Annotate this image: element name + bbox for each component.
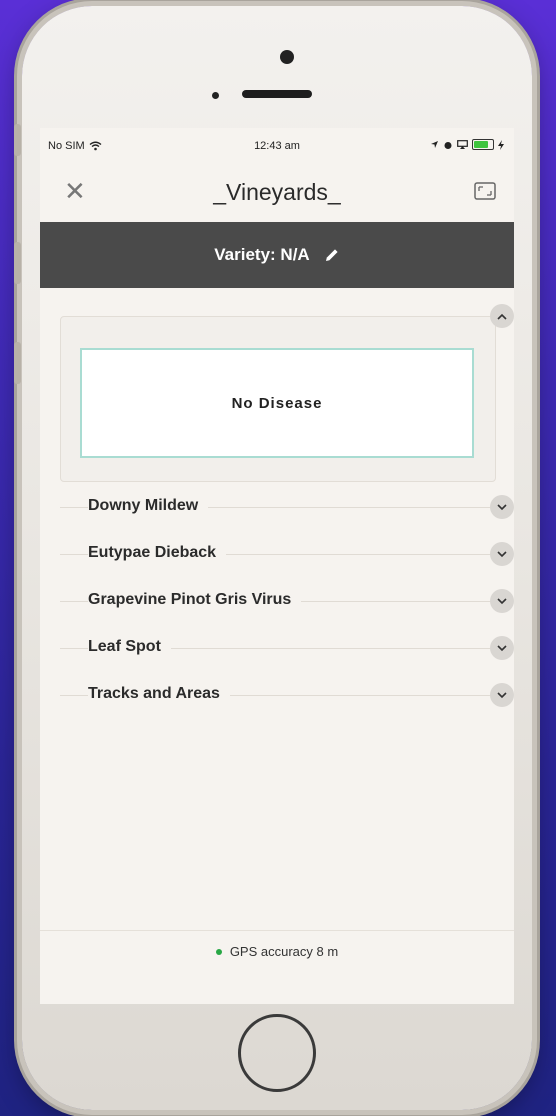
list-item[interactable]: Leaf Spot: [60, 633, 500, 663]
variety-bar[interactable]: Variety: N/A: [40, 222, 514, 288]
earpiece-speaker: [242, 90, 312, 98]
airplay-icon: [457, 140, 468, 149]
status-right: [430, 139, 504, 150]
gps-status-dot: [215, 948, 222, 955]
row-label: Downy Mildew: [88, 497, 209, 515]
expand-icon[interactable]: [474, 182, 496, 200]
volume-up-button: [14, 242, 21, 284]
row-label: Leaf Spot: [88, 638, 171, 656]
front-camera: [280, 50, 294, 64]
charging-icon: [498, 139, 504, 150]
alarm-icon: [444, 141, 452, 149]
battery-level: [474, 141, 488, 148]
page-title: _Vineyards_: [213, 179, 341, 205]
list-item[interactable]: Eutypae Dieback: [60, 539, 500, 569]
phone-device: No SIM 12:43 am ✕ _Vineyards_ Variety: N…: [14, 6, 532, 1110]
app-screen: No SIM 12:43 am ✕ _Vineyards_ Variety: N…: [40, 128, 514, 1004]
expand-toggle[interactable]: [490, 683, 514, 707]
battery-icon: [472, 139, 494, 150]
chevron-down-icon: [497, 644, 507, 651]
row-label: Grapevine Pinot Gris Virus: [88, 591, 302, 609]
chevron-up-icon: [497, 313, 507, 320]
location-arrow-icon: [431, 141, 438, 148]
mute-switch: [14, 124, 21, 156]
list-item[interactable]: Downy Mildew: [60, 492, 500, 522]
status-bar: No SIM 12:43 am: [40, 128, 514, 164]
expand-toggle[interactable]: [490, 636, 514, 660]
chevron-down-icon: [497, 691, 507, 698]
collapse-toggle[interactable]: [490, 304, 514, 328]
gps-accuracy-text: GPS accuracy 8 m: [229, 944, 339, 959]
list-item[interactable]: Tracks and Areas: [60, 680, 500, 710]
expand-toggle[interactable]: [490, 542, 514, 566]
expand-toggle[interactable]: [490, 589, 514, 613]
proximity-sensor: [212, 92, 219, 99]
list-item[interactable]: Grapevine Pinot Gris Virus: [60, 586, 500, 616]
no-disease-label: No Disease: [231, 394, 323, 412]
row-label: Eutypae Dieback: [88, 544, 227, 562]
navigation-bar: ✕ _Vineyards_: [40, 164, 514, 222]
chevron-down-icon: [497, 550, 507, 557]
chevron-down-icon: [497, 597, 507, 604]
expand-toggle[interactable]: [490, 495, 514, 519]
no-disease-option[interactable]: No Disease: [80, 348, 474, 458]
chevron-down-icon: [497, 503, 507, 510]
home-button[interactable]: [238, 1014, 316, 1092]
row-label: Tracks and Areas: [88, 685, 230, 703]
gps-status: GPS accuracy 8 m: [40, 944, 514, 959]
pencil-icon[interactable]: [324, 247, 340, 263]
footer-divider: [40, 930, 514, 931]
variety-label: Variety: N/A: [214, 245, 310, 264]
volume-down-button: [14, 342, 21, 384]
